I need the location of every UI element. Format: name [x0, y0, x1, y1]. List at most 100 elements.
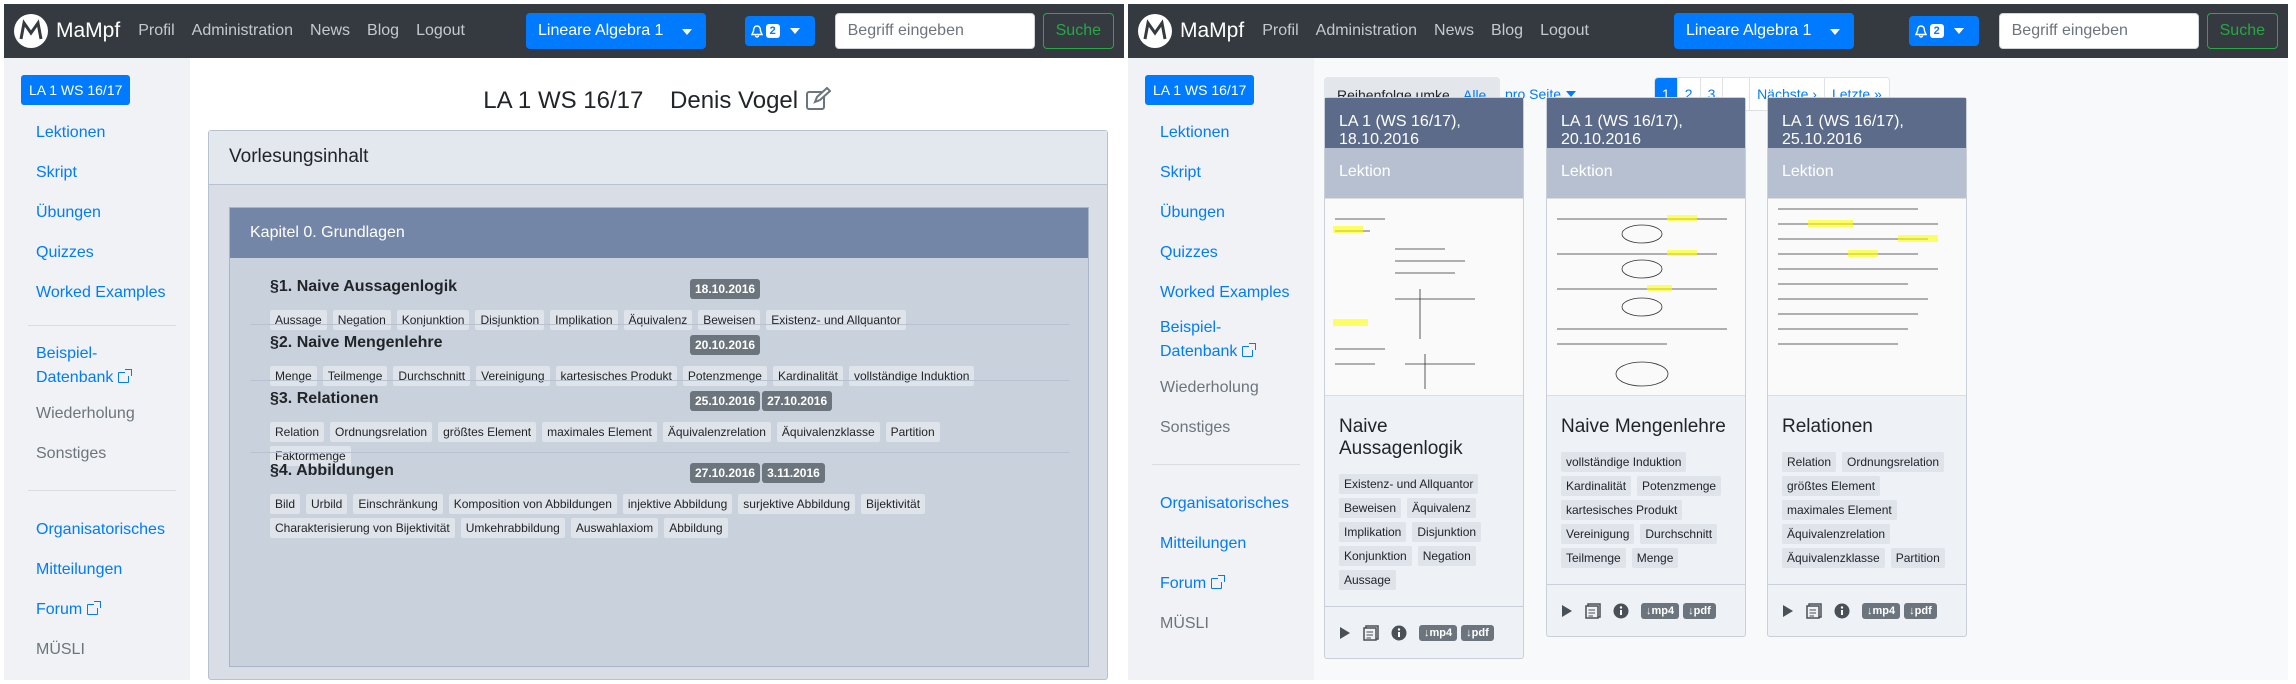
lesson-card-header[interactable]: LA 1 (WS 16/17), 20.10.2016 — [1547, 98, 1745, 148]
tag[interactable]: maximales Element — [1782, 500, 1897, 520]
sidebar-item-mitteilungen[interactable]: Mitteilungen — [36, 558, 122, 582]
tag[interactable]: größtes Element — [1782, 476, 1881, 496]
section-title[interactable]: §4. Abbildungen — [270, 462, 1072, 480]
tag[interactable]: Abbildung — [664, 518, 728, 538]
tag[interactable]: Konjunktion — [396, 310, 470, 330]
tag[interactable]: vollständige Induktion — [1561, 452, 1687, 472]
sidebar-item-forum[interactable]: Forum — [36, 598, 102, 622]
tag[interactable]: Konjunktion — [1339, 546, 1412, 566]
search-input[interactable]: Begriff eingeben — [834, 13, 1035, 49]
sidebar-item-skript[interactable]: Skript — [36, 161, 77, 185]
tag[interactable]: kartesisches Produkt — [1561, 500, 1683, 520]
tag[interactable]: Menge — [1631, 548, 1679, 568]
tag[interactable]: Äquivalenz — [623, 310, 693, 330]
nav-link-logout[interactable]: Logout — [1540, 22, 1589, 40]
tag[interactable]: Existenz- und Allquantor — [766, 310, 906, 330]
tag[interactable]: Partition — [885, 422, 940, 442]
tag[interactable]: Beweisen — [1339, 498, 1402, 518]
sidebar-item-organisatorisches[interactable]: Organisatorisches — [1160, 492, 1289, 516]
tag[interactable]: Äquivalenzklasse — [776, 422, 880, 442]
lecture-date-badge[interactable]: 27.10.2016 — [690, 463, 761, 483]
lesson-thumbnail[interactable] — [1768, 198, 1966, 396]
manuscript-icon[interactable] — [1585, 602, 1601, 619]
tag[interactable]: Negation — [332, 310, 391, 330]
sidebar-course-badge[interactable]: LA 1 WS 16/17 — [21, 75, 131, 105]
nav-link-administration[interactable]: Administration — [1316, 22, 1417, 40]
tag[interactable]: Disjunktion — [475, 310, 545, 330]
tag[interactable]: vollständige Induktion — [849, 366, 975, 386]
tag[interactable]: Bijektivität — [861, 494, 926, 514]
brand[interactable]: MaMpf — [14, 14, 120, 48]
info-icon[interactable] — [1834, 603, 1850, 619]
chapter-title[interactable]: Kapitel 0. Grundlagen — [230, 208, 1088, 258]
lesson-title[interactable]: Relationen — [1768, 396, 1966, 448]
tag[interactable]: Aussage — [270, 310, 327, 330]
play-icon[interactable] — [1561, 604, 1573, 618]
sidebar-item-sonstiges[interactable]: Sonstiges — [36, 442, 106, 466]
tag[interactable]: Existenz- und Allquantor — [1339, 474, 1479, 494]
tag[interactable]: injektive Abbildung — [622, 494, 733, 514]
tag[interactable]: Relation — [1782, 452, 1837, 472]
tag[interactable]: Aussage — [1339, 570, 1396, 590]
tag[interactable]: Umkehrabbildung — [460, 518, 565, 538]
sidebar-item-lektionen[interactable]: Lektionen — [1160, 121, 1229, 145]
course-select-button[interactable]: Lineare Algebra 1 — [526, 13, 706, 49]
play-icon[interactable] — [1782, 604, 1794, 618]
tag[interactable]: Potenzmenge — [682, 366, 767, 386]
nav-link-news[interactable]: News — [1434, 22, 1474, 40]
lesson-title[interactable]: Naive Aussagenlogik — [1325, 396, 1523, 470]
tag[interactable]: Äquivalenzrelation — [662, 422, 771, 442]
tag[interactable]: Äquivalenz — [1407, 498, 1476, 518]
lecture-date-badge[interactable]: 18.10.2016 — [690, 279, 761, 299]
tag[interactable]: Potenzmenge — [1637, 476, 1722, 496]
sidebar-item-organisatorisches[interactable]: Organisatorisches — [36, 518, 165, 542]
download-pdf-button[interactable]: ↓pdf — [1461, 624, 1494, 641]
search-button[interactable]: Suche — [2206, 13, 2278, 49]
tag[interactable]: Disjunktion — [1412, 522, 1482, 542]
tag[interactable]: Äquivalenzklasse — [1782, 548, 1885, 568]
sidebar-item-forum[interactable]: Forum — [1160, 572, 1226, 596]
notifications-button[interactable]: 2 — [744, 16, 815, 46]
tag[interactable]: Vereinigung — [1561, 524, 1635, 544]
nav-link-blog[interactable]: Blog — [367, 22, 399, 40]
search-button[interactable]: Suche — [1042, 13, 1114, 49]
sidebar-item-wiederholung[interactable]: Wiederholung — [1160, 376, 1259, 400]
download-pdf-button[interactable]: ↓pdf — [1904, 602, 1937, 619]
tag[interactable]: maximales Element — [542, 422, 657, 442]
download-mp4-button[interactable]: ↓mp4 — [1641, 602, 1680, 619]
sidebar-item-muesli[interactable]: MÜSLI — [36, 638, 85, 662]
nav-link-profil[interactable]: Profil — [1262, 22, 1298, 40]
tag[interactable]: Kardinalität — [1561, 476, 1632, 496]
nav-link-news[interactable]: News — [310, 22, 350, 40]
sidebar-item-beispiel-datenbank[interactable]: Beispiel- Datenbank — [36, 342, 133, 390]
edit-icon[interactable] — [805, 86, 832, 111]
sidebar-course-badge[interactable]: LA 1 WS 16/17 — [1145, 75, 1255, 105]
sidebar-item-sonstiges[interactable]: Sonstiges — [1160, 416, 1230, 440]
info-icon[interactable] — [1613, 603, 1629, 619]
lesson-card-header[interactable]: LA 1 (WS 16/17), 25.10.2016 — [1768, 98, 1966, 148]
download-pdf-button[interactable]: ↓pdf — [1683, 602, 1716, 619]
tag[interactable]: größtes Element — [438, 422, 537, 442]
sidebar-item-worked-examples[interactable]: Worked Examples — [1160, 281, 1290, 305]
tag[interactable]: Bild — [270, 494, 301, 514]
sidebar-item-muesli[interactable]: MÜSLI — [1160, 612, 1209, 636]
nav-link-blog[interactable]: Blog — [1491, 22, 1523, 40]
tag[interactable]: Ordnungsrelation — [1842, 452, 1945, 472]
tag[interactable]: Kardinalität — [772, 366, 843, 386]
tag[interactable]: Teilmenge — [322, 366, 388, 386]
sidebar-item-beispiel-datenbank[interactable]: Beispiel- Datenbank — [1160, 316, 1257, 364]
tag[interactable]: Implikation — [550, 310, 618, 330]
tag[interactable]: Charakterisierung von Bijektivität — [270, 518, 455, 538]
sidebar-item-uebungen[interactable]: Übungen — [1160, 201, 1225, 225]
lesson-title[interactable]: Naive Mengenlehre — [1547, 396, 1745, 448]
tag[interactable]: surjektive Abbildung — [738, 494, 856, 514]
nav-link-profil[interactable]: Profil — [138, 22, 174, 40]
play-icon[interactable] — [1339, 626, 1351, 640]
tag[interactable]: Durchschnitt — [393, 366, 471, 386]
tag[interactable]: Äquivalenzrelation — [1782, 524, 1891, 544]
sidebar-item-worked-examples[interactable]: Worked Examples — [36, 281, 166, 305]
lesson-card-header[interactable]: LA 1 (WS 16/17), 18.10.2016 — [1325, 98, 1523, 148]
sidebar-item-quizzes[interactable]: Quizzes — [1160, 241, 1218, 265]
download-mp4-button[interactable]: ↓mp4 — [1419, 624, 1458, 641]
sidebar-item-wiederholung[interactable]: Wiederholung — [36, 402, 135, 426]
